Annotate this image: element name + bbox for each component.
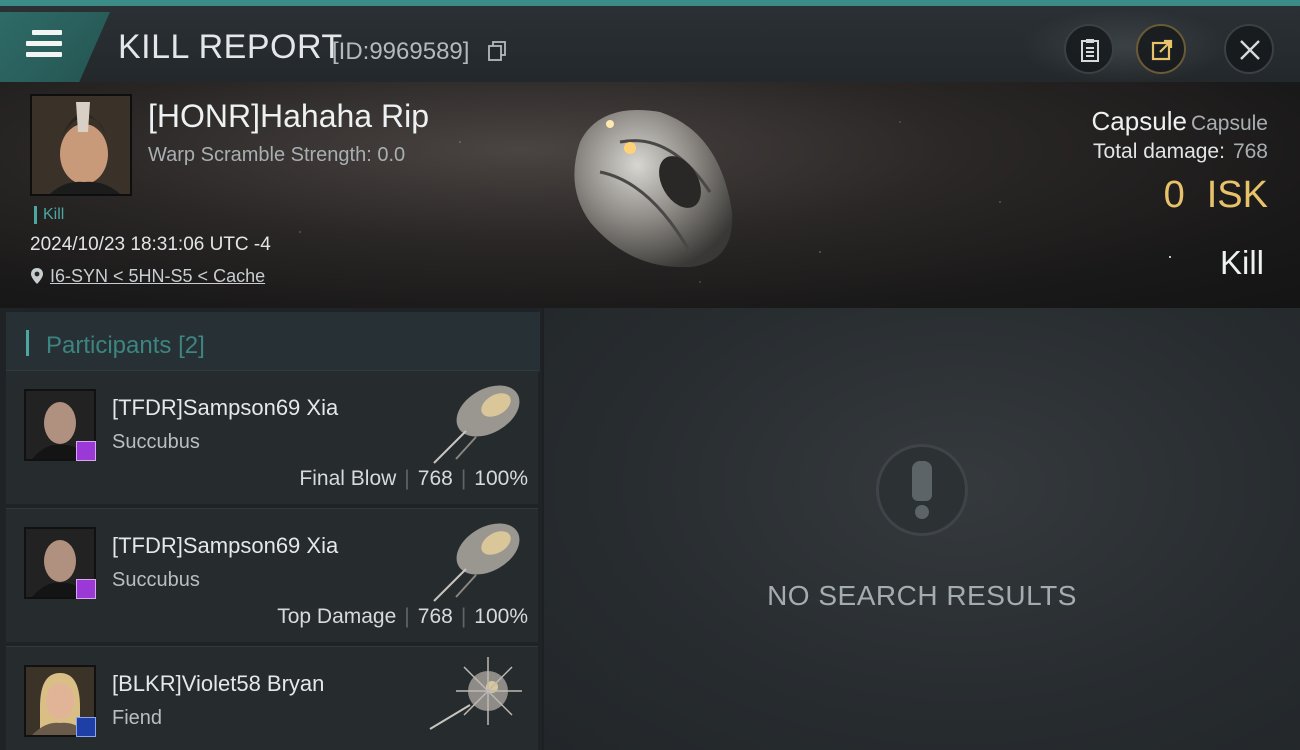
results-panel: NO SEARCH RESULTS: [544, 308, 1300, 750]
share-icon: [1151, 39, 1173, 61]
participant-role: Top Damage: [277, 605, 397, 628]
participant-avatar: [24, 389, 96, 461]
top-bar: KILL REPORT [ID:9969589]: [0, 0, 1300, 84]
participant-name[interactable]: [BLKR]Violet58 Bryan: [112, 671, 324, 697]
ship-type: Capsule: [1091, 106, 1187, 136]
role-badge-icon: [76, 717, 96, 737]
location-text: I6-SYN < 5HN-S5 < Cache: [50, 266, 266, 286]
menu-icon: [26, 30, 62, 63]
participant-name[interactable]: [TFDR]Sampson69 Xia: [112, 533, 338, 559]
no-results-message: NO SEARCH RESULTS: [767, 580, 1077, 611]
page-title: KILL REPORT: [118, 28, 343, 66]
capsule-ship-image: [574, 110, 733, 268]
participant-ship: Fiend: [112, 707, 163, 729]
participant-stats: Final Blow | 768 | 100%: [299, 467, 528, 491]
isk-amount: 0: [1163, 174, 1185, 216]
stat-separator: |: [460, 467, 467, 490]
participant-ship: Succubus: [112, 569, 200, 591]
participants-count: [2]: [178, 332, 205, 359]
result-label: Kill: [1219, 244, 1264, 281]
victim-avatar[interactable]: [30, 94, 132, 196]
total-damage: Total damage: 768: [1093, 140, 1268, 164]
participants-header: Participants [2]: [6, 312, 540, 372]
participant-damage: 768: [417, 467, 453, 490]
participants-panel: Participants [2] [TFDR]Sampson69 Xia Suc…: [0, 308, 542, 750]
clipboard-button[interactable]: [1064, 24, 1114, 74]
participant-percent: 100%: [474, 467, 528, 490]
succubus-ship-icon: [433, 523, 520, 602]
stat-separator: |: [404, 467, 410, 490]
clipboard-icon: [1081, 39, 1099, 62]
location-link[interactable]: I6-SYN < 5HN-S5 < Cache: [30, 266, 265, 287]
copy-icon[interactable]: [488, 41, 506, 61]
participants-title: Participants [2]: [46, 332, 205, 360]
victim-name[interactable]: [HONR]Hahaha Rip: [148, 98, 429, 135]
participant-avatar: [24, 665, 96, 737]
stat-separator: |: [404, 605, 410, 628]
victim-summary: [HONR]Hahaha Rip Warp Scramble Strength:…: [0, 82, 1300, 308]
participant-name[interactable]: [TFDR]Sampson69 Xia: [112, 395, 338, 421]
participants-title-text: Participants: [46, 332, 172, 359]
kill-tag: Kill: [34, 206, 64, 224]
warning-icon: [876, 444, 968, 536]
succubus-ship-icon: [433, 385, 520, 464]
participant-row[interactable]: [TFDR]Sampson69 Xia Succubus Top Damage |…: [6, 508, 538, 642]
menu-button[interactable]: [0, 12, 110, 82]
participant-avatar: [24, 527, 96, 599]
close-button[interactable]: [1224, 24, 1274, 74]
warp-scramble-strength: Warp Scramble Strength: 0.0: [148, 144, 406, 166]
stat-separator: |: [460, 605, 467, 628]
participant-row[interactable]: [TFDR]Sampson69 Xia Succubus Final Blow |…: [6, 370, 538, 504]
isk-value: 0 ISK: [1164, 174, 1268, 217]
participant-row[interactable]: [BLKR]Violet58 Bryan Fiend: [6, 646, 538, 750]
close-icon: [1240, 40, 1260, 60]
ship-class: Capsule: [1190, 112, 1268, 135]
location-pin-icon: [31, 268, 43, 284]
participant-percent: 100%: [474, 605, 528, 628]
role-badge-icon: [76, 579, 96, 599]
participant-ship: Succubus: [112, 431, 200, 453]
section-accent-bar: [26, 330, 29, 356]
isk-unit: ISK: [1206, 174, 1268, 216]
share-button[interactable]: [1136, 24, 1186, 74]
participant-role: Final Blow: [299, 467, 397, 490]
participant-damage: 768: [417, 605, 453, 628]
victim-ship: Capsule Capsule: [1092, 106, 1268, 137]
participant-stats: Top Damage | 768 | 100%: [277, 605, 528, 629]
kill-timestamp: 2024/10/23 18:31:06 UTC -4: [30, 234, 271, 255]
total-damage-value: 768: [1232, 140, 1268, 163]
fiend-ship-icon: [429, 657, 522, 730]
role-badge-icon: [76, 441, 96, 461]
report-id: [ID:9969589]: [332, 38, 470, 65]
header-decoration: [1020, 8, 1230, 84]
total-damage-label: Total damage:: [1093, 140, 1225, 163]
